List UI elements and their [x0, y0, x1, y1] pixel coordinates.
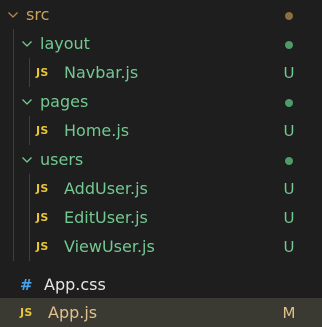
javascript-file-icon: JS — [36, 66, 49, 79]
git-status-untracked: U — [283, 121, 295, 140]
file-label: ViewUser.js — [64, 237, 155, 256]
git-status-untracked: U — [283, 208, 295, 227]
javascript-file-icon: JS — [36, 211, 49, 224]
file-label: App.js — [48, 303, 98, 322]
folder-label: pages — [40, 92, 89, 111]
status-dot — [274, 35, 304, 53]
chevron-down-icon — [6, 8, 20, 22]
file-edituser-js[interactable]: JS EditUser.js U — [0, 203, 322, 232]
file-home-js[interactable]: JS Home.js U — [0, 116, 322, 145]
status-dot — [274, 6, 304, 24]
git-status-untracked: U — [283, 63, 295, 82]
file-label: EditUser.js — [64, 208, 148, 227]
folder-pages[interactable]: pages — [0, 87, 322, 116]
file-app-js[interactable]: JS App.js M — [0, 298, 322, 327]
file-viewuser-js[interactable]: JS ViewUser.js U — [0, 232, 322, 261]
git-status-modified: M — [282, 303, 296, 322]
file-label: AddUser.js — [64, 179, 148, 198]
folder-label: users — [40, 150, 84, 169]
folder-label: layout — [40, 34, 90, 53]
chevron-down-icon — [20, 37, 34, 51]
folder-layout[interactable]: layout — [0, 29, 322, 58]
folder-src[interactable]: src — [0, 0, 322, 29]
file-navbar-js[interactable]: JS Navbar.js U — [0, 58, 322, 87]
status-dot — [274, 93, 304, 111]
javascript-file-icon: JS — [36, 182, 49, 195]
css-file-icon: # — [20, 275, 33, 294]
file-label: Home.js — [64, 121, 130, 140]
chevron-down-icon — [20, 95, 34, 109]
file-label: App.css — [44, 275, 106, 294]
chevron-down-icon — [20, 153, 34, 167]
javascript-file-icon: JS — [20, 306, 33, 319]
file-label: Navbar.js — [64, 63, 139, 82]
javascript-file-icon: JS — [36, 124, 49, 137]
folder-label: src — [26, 5, 50, 24]
status-dot — [274, 151, 304, 169]
file-adduser-js[interactable]: JS AddUser.js U — [0, 174, 322, 203]
folder-users[interactable]: users — [0, 145, 322, 174]
file-explorer-tree: src layout JS Navbar.js U pages JS Home.… — [0, 0, 322, 327]
javascript-file-icon: JS — [36, 240, 49, 253]
git-status-untracked: U — [283, 237, 295, 256]
git-status-untracked: U — [283, 179, 295, 198]
file-app-css[interactable]: # App.css — [0, 270, 322, 299]
